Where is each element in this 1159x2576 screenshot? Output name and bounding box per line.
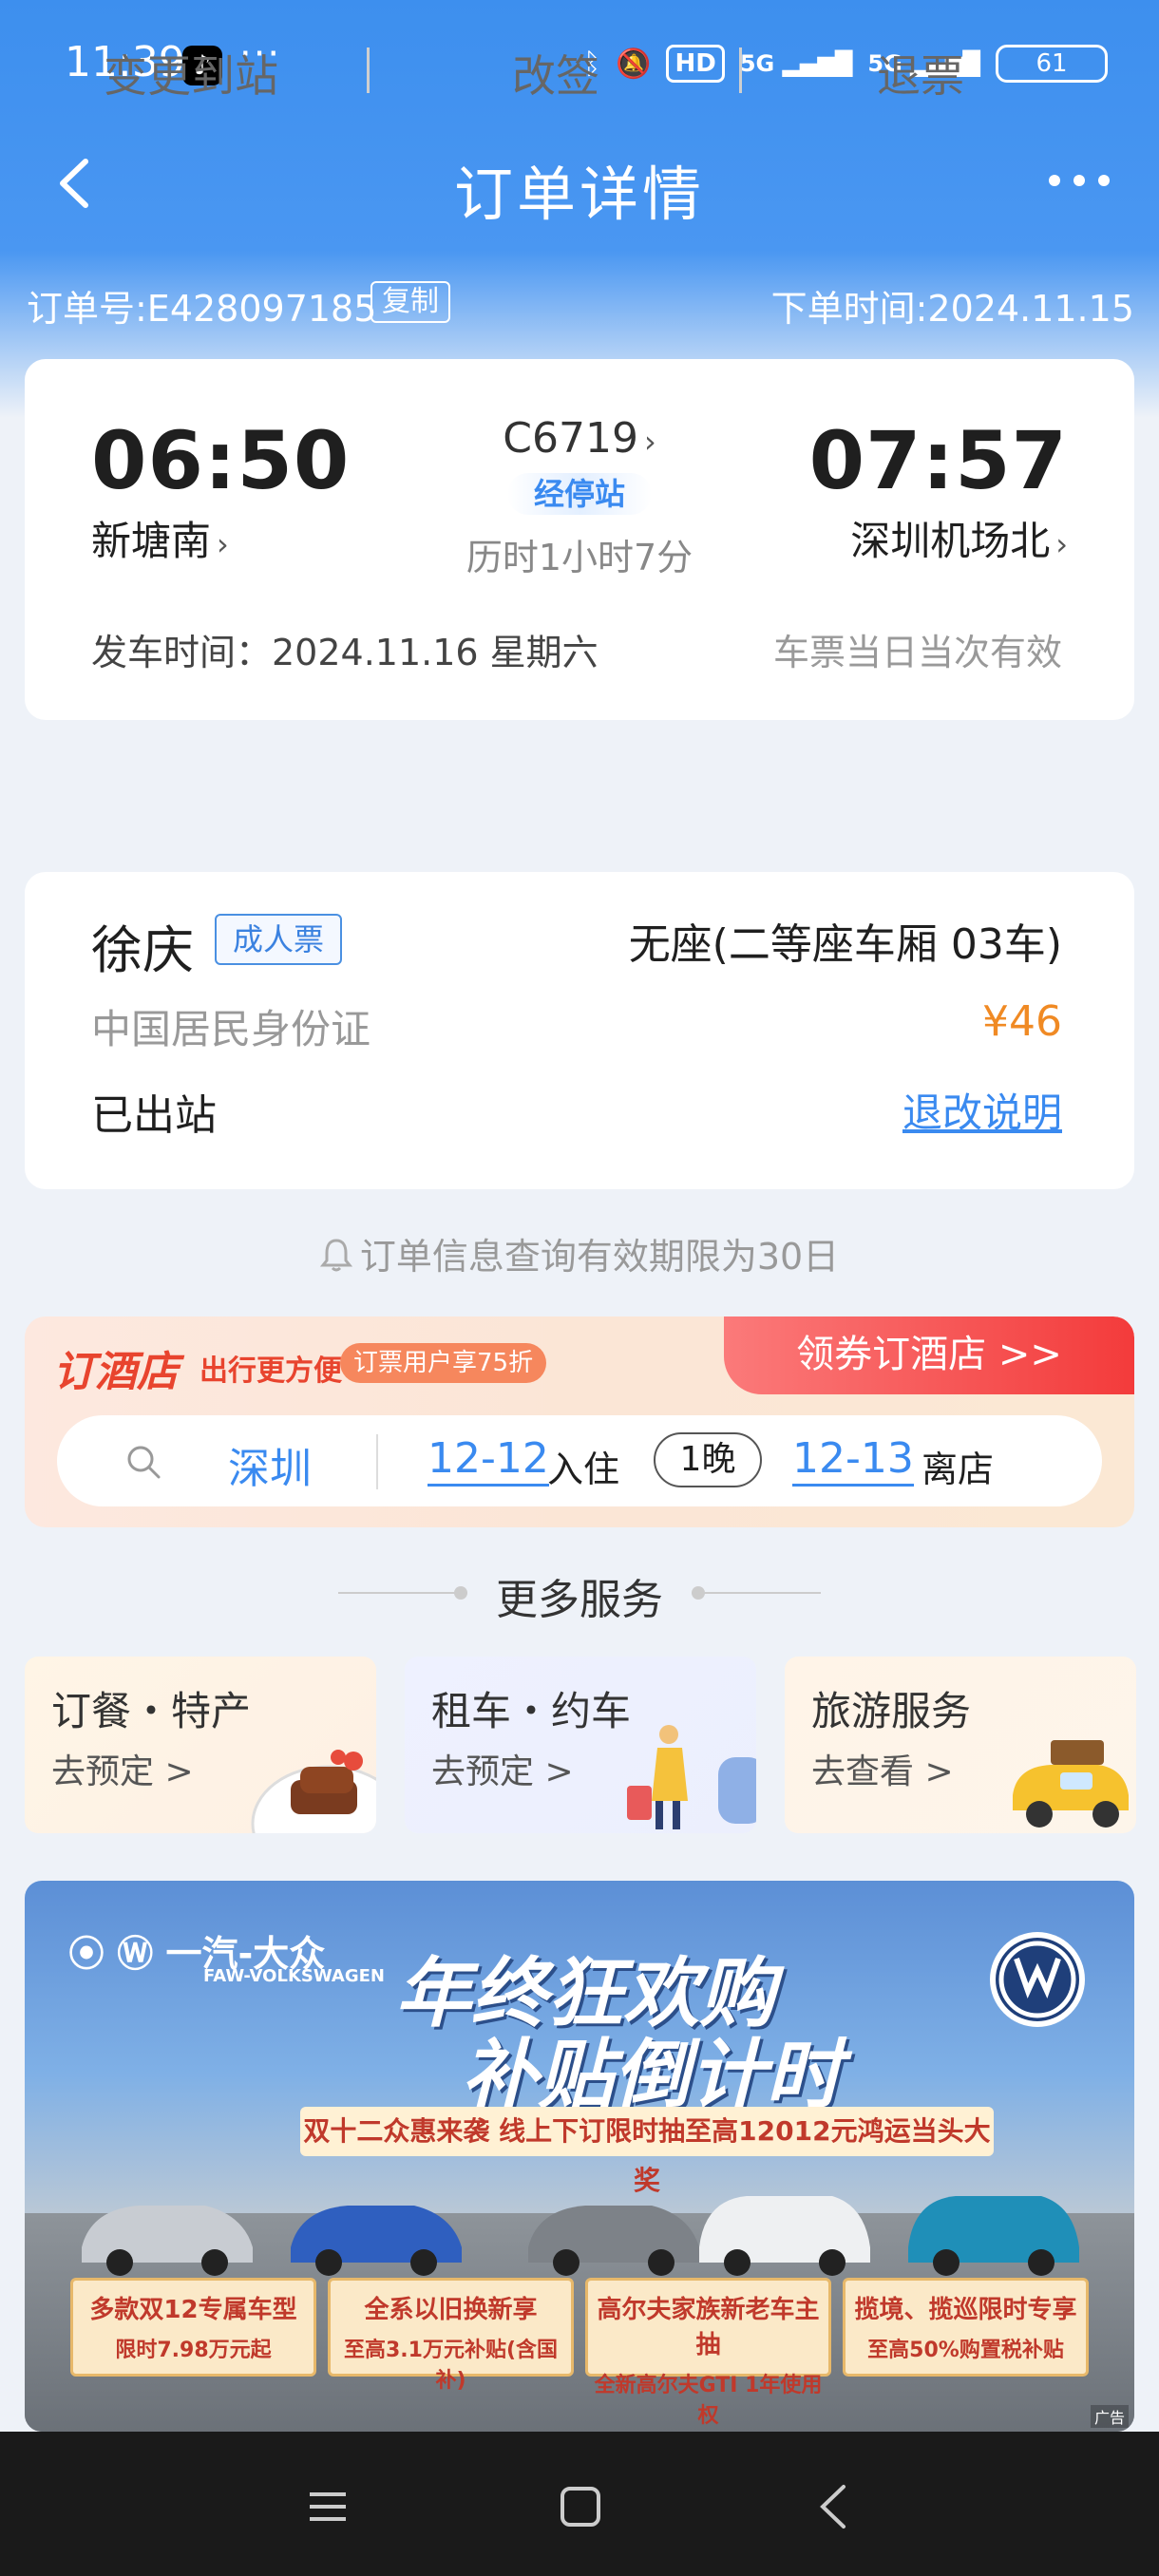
- divider: [367, 47, 370, 93]
- service-title: 旅游服务: [811, 1688, 972, 1734]
- home-icon[interactable]: [559, 2485, 602, 2529]
- car-silver-icon: [82, 2206, 253, 2276]
- service-car-rental[interactable]: 租车・约车 去预定 >: [405, 1657, 756, 1833]
- passenger-card: 徐庆 成人票 无座(二等座车厢 03车) 中国居民身份证 ¥46 已出站 退改说…: [25, 872, 1134, 1189]
- ticket-type-badge: 成人票: [215, 914, 342, 965]
- refund-button[interactable]: 退票: [764, 42, 1077, 104]
- service-title: 租车・约车: [431, 1688, 632, 1734]
- car-white-suv-icon: [699, 2196, 870, 2276]
- more-options-icon[interactable]: [1041, 161, 1117, 199]
- car-blue-icon: [291, 2206, 462, 2276]
- service-link: 去预定 >: [51, 1752, 194, 1791]
- travel-car-icon: [1013, 1740, 1129, 1828]
- hotel-city[interactable]: 深圳: [228, 1434, 312, 1495]
- stops-button[interactable]: 经停站: [507, 473, 652, 515]
- checkout-label: 离店: [922, 1449, 995, 1490]
- car-teal-suv-icon: [908, 2196, 1079, 2276]
- query-notice: 订单信息查询有效期限为30日: [0, 1227, 1159, 1279]
- ad-label: 广告: [1090, 2405, 1129, 2428]
- id-type: 中国居民身份证: [91, 1006, 371, 1052]
- hotel-search-bar[interactable]: 深圳 12-12 入住 1晚 12-13 离店: [57, 1415, 1102, 1506]
- divider: [739, 47, 742, 93]
- order-info: 订单号:E428097185 复制 下单时间:2024.11.15: [27, 275, 1134, 330]
- nights-badge: 1晚: [654, 1432, 762, 1487]
- ad-offer: 揽境、揽巡限时专享 至高50%购置税补贴: [843, 2278, 1089, 2377]
- ad-offer: 多款双12专属车型 限时7.98万元起: [70, 2278, 316, 2377]
- arrival-time: 07:57: [808, 414, 1068, 507]
- service-food[interactable]: 订餐・特产 去预定 >: [25, 1657, 376, 1833]
- hotel-discount-badge: 订票用户享75折: [340, 1343, 547, 1383]
- hotel-coupon-button[interactable]: 领券订酒店 >>: [724, 1316, 1134, 1394]
- arrival-station[interactable]: 深圳机场北 ›: [850, 509, 1068, 567]
- checkin-date[interactable]: 12-12: [428, 1434, 549, 1487]
- service-link: 去查看 >: [811, 1752, 954, 1791]
- ad-offer-boxes: 多款双12专属车型 限时7.98万元起 全系以旧换新享 至高3.1万元补贴(含国补)…: [70, 2278, 1089, 2428]
- food-plate-icon: [251, 1750, 376, 1833]
- hotel-brand: 订酒店: [53, 1348, 179, 1396]
- ticket-price: ¥46: [982, 997, 1062, 1046]
- hotel-booking-card[interactable]: 订酒店 出行更方便 订票用户享75折 领券订酒店 >> 深圳 12-12 入住 …: [25, 1316, 1134, 1527]
- hotel-slogan: 出行更方便: [200, 1354, 342, 1388]
- service-link: 去预定 >: [431, 1752, 574, 1791]
- more-services-title: 更多服务: [496, 1576, 663, 1624]
- ad-offer: 高尔夫家族新老车主抽 全新高尔夫GTI 1年使用权: [585, 2278, 831, 2428]
- ad-banner[interactable]: ⦿ Ⓦ 一汽-大众 FAW-VOLKSWAGEN 年终狂欢购 补贴倒计时 双十二…: [25, 1881, 1134, 2432]
- page-title: 订单详情: [453, 160, 705, 229]
- seat-info: 无座(二等座车厢 03车): [628, 920, 1062, 969]
- trip-card: 06:50 新塘南 › C6719 › 经停站 历时1小时7分 07:57 深圳机场…: [25, 359, 1134, 720]
- checkin-label: 入住: [547, 1449, 620, 1490]
- app-header: 订单详情: [0, 133, 1159, 237]
- order-number: 订单号:E428097185: [27, 288, 377, 330]
- validity-note: 车票当日当次有效: [772, 632, 1062, 673]
- system-nav-bar: [0, 2432, 1159, 2576]
- bell-icon: [319, 1239, 352, 1272]
- search-icon: [127, 1446, 161, 1479]
- divider: [376, 1434, 378, 1489]
- reschedule-button[interactable]: 改签: [399, 42, 712, 104]
- car-grey-icon: [528, 2206, 699, 2276]
- checkout-date[interactable]: 12-13: [792, 1434, 914, 1487]
- change-station-button[interactable]: 变更到站: [34, 42, 348, 104]
- ad-offer: 全系以旧换新享 至高3.1万元补贴(含国补): [328, 2278, 574, 2393]
- divider: [692, 1592, 821, 1594]
- traveler-car-icon: [627, 1725, 756, 1829]
- service-title: 订餐・特产: [51, 1688, 252, 1734]
- order-time: 下单时间:2024.11.15: [770, 288, 1134, 330]
- passenger-name: 徐庆: [91, 920, 194, 980]
- copy-button[interactable]: 复制: [370, 281, 450, 323]
- nav-back-icon[interactable]: [811, 2483, 855, 2530]
- service-travel[interactable]: 旅游服务 去查看 >: [785, 1657, 1136, 1833]
- vw-logo-icon: [990, 1932, 1085, 2027]
- refund-rules-link[interactable]: 退改说明: [902, 1081, 1062, 1139]
- ticket-status: 已出站: [91, 1091, 217, 1140]
- ad-brand-sub: FAW-VOLKSWAGEN: [203, 1966, 385, 1986]
- recent-apps-icon[interactable]: [306, 2485, 350, 2529]
- departure-date: 发车时间：2024.11.16 星期六: [91, 632, 598, 673]
- ad-promo-strip: 双十二众惠来袭 线上下订限时抽至高12012元鸿运当头大奖: [300, 2107, 994, 2196]
